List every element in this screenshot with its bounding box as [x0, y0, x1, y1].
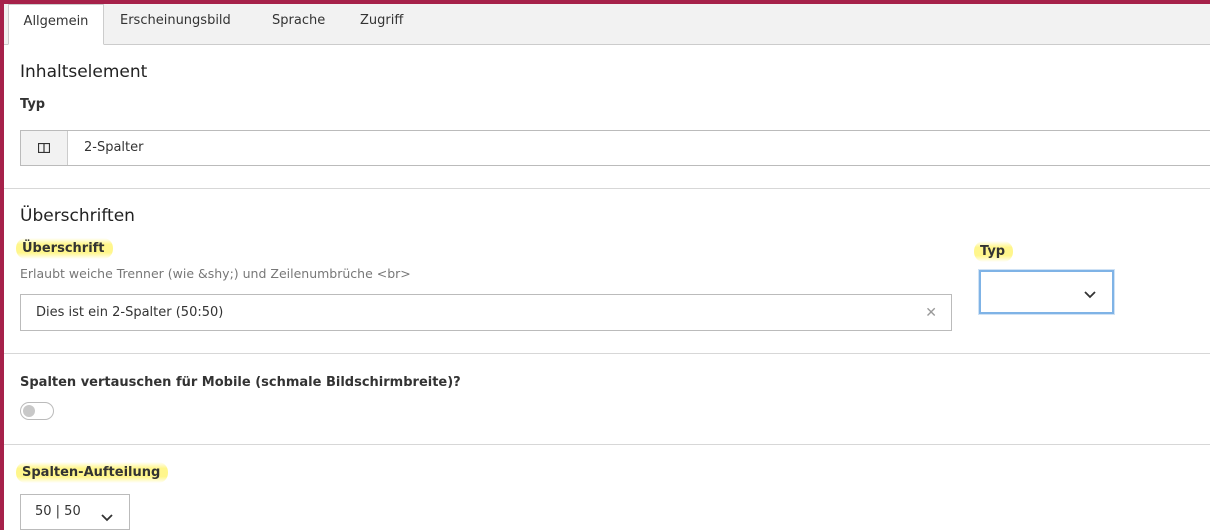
header-label: Überschrift	[16, 238, 117, 260]
divider	[4, 444, 1210, 445]
divider	[4, 188, 1210, 189]
header-input[interactable]: Dies ist ein 2-Spalter (50:50) ✕	[20, 294, 952, 331]
type-label: Typ	[20, 97, 46, 112]
mobile-swap-toggle[interactable]	[20, 402, 54, 420]
toggle-knob	[23, 405, 35, 417]
header-help-text: Erlaubt weiche Trenner (wie &shy;) und Z…	[20, 266, 411, 281]
column-split-label: Spalten-Aufteilung	[16, 462, 172, 484]
column-split-label-text: Spalten-Aufteilung	[16, 462, 169, 483]
header-type-label-text: Typ	[974, 241, 1014, 262]
header-label-text: Überschrift	[16, 238, 113, 259]
header-type-label: Typ	[974, 241, 1017, 263]
content-type-select[interactable]: 2-Spalter	[20, 130, 1210, 166]
tab-erscheinungsbild[interactable]: Erscheinungsbild	[120, 4, 231, 44]
section-heading-content-element: Inhaltselement	[20, 62, 148, 82]
tab-zugriff[interactable]: Zugriff	[360, 4, 403, 44]
column-split-value: 50 | 50	[35, 504, 81, 519]
clear-icon[interactable]: ✕	[925, 295, 937, 332]
chevron-down-icon	[101, 507, 113, 526]
content-type-value: 2-Spalter	[84, 140, 144, 155]
section-heading-headers: Überschriften	[20, 206, 135, 226]
header-input-value: Dies ist ein 2-Spalter (50:50)	[36, 305, 224, 320]
frame-left-border	[0, 0, 4, 530]
tab-sprache[interactable]: Sprache	[272, 4, 325, 44]
header-type-select[interactable]	[979, 270, 1114, 314]
mobile-swap-label: Spalten vertauschen für Mobile (schmale …	[20, 375, 461, 390]
column-split-select[interactable]: 50 | 50	[20, 494, 130, 530]
chevron-down-icon	[1084, 284, 1096, 303]
two-column-icon	[21, 131, 68, 165]
tab-bar: Allgemein Erscheinungsbild Sprache Zugri…	[4, 4, 1210, 45]
divider	[4, 353, 1210, 354]
tab-allgemein[interactable]: Allgemein	[8, 4, 104, 45]
